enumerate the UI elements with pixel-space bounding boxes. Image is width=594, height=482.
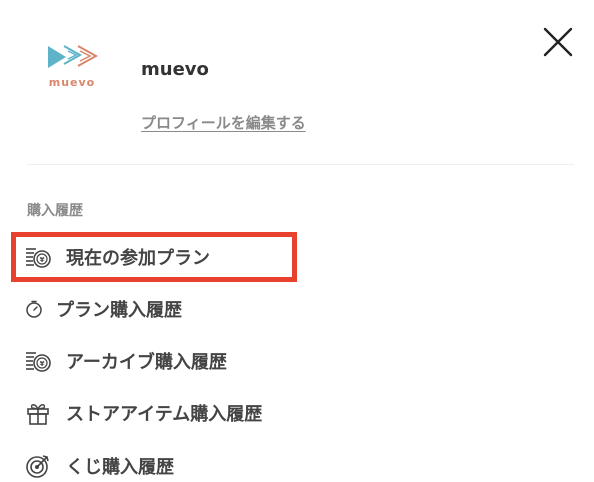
close-button[interactable] (540, 24, 576, 60)
coin-stack-icon: ¥ (24, 347, 52, 375)
timer-icon (24, 295, 44, 323)
menu-item-store-item-purchase-history[interactable]: ストアアイテム購入履歴 (24, 395, 262, 431)
menu-item-label: プラン購入履歴 (56, 300, 182, 321)
divider (27, 164, 574, 165)
avatar: muevo (42, 42, 102, 94)
close-icon (543, 27, 573, 57)
menu-panel: muevo muevo プロフィールを編集する 購入履歴 ¥ 現在の参加プラン (0, 0, 594, 482)
svg-text:¥: ¥ (40, 360, 45, 368)
menu-item-archive-purchase-history[interactable]: ¥ アーカイブ購入履歴 (24, 343, 227, 379)
coin-stack-icon: ¥ (24, 243, 52, 271)
gift-icon (24, 399, 52, 427)
menu-item-plan-purchase-history[interactable]: プラン購入履歴 (24, 291, 182, 327)
menu-item-label: アーカイブ購入履歴 (66, 352, 227, 373)
menu-item-lottery-purchase-history[interactable]: くじ購入履歴 (24, 448, 174, 482)
edit-profile-link[interactable]: プロフィールを編集する (141, 112, 306, 133)
logo-mark-icon (48, 45, 99, 68)
section-heading-purchase-history: 購入履歴 (27, 203, 83, 219)
svg-text:¥: ¥ (40, 256, 45, 264)
menu-item-label: 現在の参加プラン (66, 248, 210, 269)
logo-text: muevo (48, 76, 96, 89)
menu-item-label: くじ購入履歴 (66, 457, 174, 478)
menu-item-current-plan[interactable]: ¥ 現在の参加プラン (24, 239, 210, 275)
menu-item-label: ストアアイテム購入履歴 (66, 404, 263, 425)
user-name: muevo (141, 59, 209, 80)
target-icon (24, 452, 52, 480)
